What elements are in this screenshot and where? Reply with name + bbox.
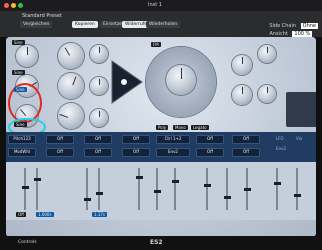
osc2-level-knob[interactable] [90, 77, 108, 95]
volume-knob[interactable] [258, 85, 276, 103]
fm-knob[interactable] [232, 85, 252, 105]
osc2-wave-knob[interactable] [58, 73, 84, 99]
osc1-pitch-knob[interactable] [16, 45, 38, 67]
highlight-tag-2: Sine [14, 122, 27, 127]
matrix-env-label: Env3 [276, 146, 286, 151]
zoom-icon[interactable] [18, 3, 23, 8]
slider-2[interactable] [33, 168, 41, 210]
osc3-level-knob[interactable] [90, 109, 108, 127]
matrix-row1-cell[interactable]: Ctrl 1+2 [156, 135, 190, 144]
slider-10[interactable] [243, 168, 251, 210]
side-chain-label: Side Chain [269, 23, 297, 29]
slider-12[interactable] [293, 168, 301, 210]
env-off-button[interactable]: Off [16, 212, 26, 217]
tab-compare[interactable]: Vergleichen [20, 21, 53, 28]
filter-mode-tag[interactable]: FM [151, 42, 161, 47]
plugin-header: Standard Preset Vergleichen Kopieren Ein… [0, 11, 322, 37]
matrix-row1-cell[interactable]: Off [232, 135, 260, 144]
matrix-row2-cell[interactable]: Off [84, 148, 112, 157]
slider-3[interactable] [83, 168, 91, 210]
xy-pad[interactable] [286, 92, 316, 127]
slider-4[interactable] [95, 168, 103, 210]
minimize-icon[interactable] [11, 3, 16, 8]
header-right: Side Chain Ohne Ansicht 100 % [269, 23, 318, 37]
side-chain-select[interactable]: Ohne [300, 23, 318, 29]
matrix-row2-target[interactable]: ModWhl [8, 148, 36, 157]
mode-poly[interactable]: Poly [156, 125, 169, 130]
matrix-row1-cell[interactable]: Off [84, 135, 112, 144]
controls-label[interactable]: Controls [18, 240, 37, 245]
window-title: Inst 1 [148, 2, 162, 8]
slider-9[interactable] [223, 168, 231, 210]
matrix-row2-cell[interactable]: Off [196, 148, 224, 157]
osc2-tag: Sine [12, 70, 25, 75]
slider-6[interactable] [153, 168, 161, 210]
title-bar: Inst 1 [0, 0, 322, 11]
matrix-row2-cell[interactable]: Off [46, 148, 74, 157]
plugin-window: Inst 1 Standard Preset Vergleichen Kopie… [0, 0, 322, 250]
matrix-row2-cell[interactable]: Env2 [156, 148, 190, 157]
tab-copy[interactable]: Kopieren [72, 21, 98, 28]
highlight-tag-1: Sine [14, 87, 27, 92]
mode-mono[interactable]: Mono [173, 125, 188, 130]
env-time1[interactable]: 1.000s [36, 212, 54, 217]
matrix-row1-cell[interactable]: Off [122, 135, 150, 144]
slider-11[interactable] [273, 168, 281, 210]
glide-knob[interactable] [258, 45, 276, 63]
env-time2[interactable]: 1.37s [92, 212, 107, 217]
matrix-row2-cell[interactable]: Off [232, 148, 260, 157]
close-icon[interactable] [4, 3, 9, 8]
slider-1[interactable] [21, 168, 29, 210]
plugin-name: ES2 [150, 239, 163, 246]
matrix-row1-cell[interactable]: Off [46, 135, 74, 144]
matrix-row1-cell[interactable]: Off [196, 135, 224, 144]
mode-legato[interactable]: Legato [191, 125, 209, 130]
matrix-row1-target[interactable]: Pitch123 [8, 135, 36, 144]
osc3-wave-knob[interactable] [58, 103, 84, 129]
matrix-via-label: Via [296, 136, 303, 141]
osc-mix-triangle[interactable] [110, 59, 144, 105]
drive-knob[interactable] [232, 55, 252, 75]
matrix-row2-cell[interactable]: Off [122, 148, 150, 157]
osc1-tag: Sine [12, 40, 25, 45]
tab-redo[interactable]: Wiederholen [146, 21, 181, 28]
envelope-section: Off 1.000s 1.37s [6, 162, 316, 220]
slider-7[interactable] [171, 168, 179, 210]
osc1-level-knob[interactable] [90, 45, 108, 63]
matrix-lfo-label: LFO [276, 136, 284, 141]
preset-name[interactable]: Standard Preset [22, 13, 62, 19]
plugin-footer: Controls ES2 [0, 236, 322, 250]
slider-5[interactable] [135, 168, 143, 210]
slider-8[interactable] [203, 168, 211, 210]
osc1-wave-knob[interactable] [58, 43, 84, 69]
filter-cutoff-knob[interactable] [166, 65, 196, 95]
mod-matrix: Pitch123 Off Off Off Ctrl 1+2 Off Off Mo… [6, 132, 316, 162]
